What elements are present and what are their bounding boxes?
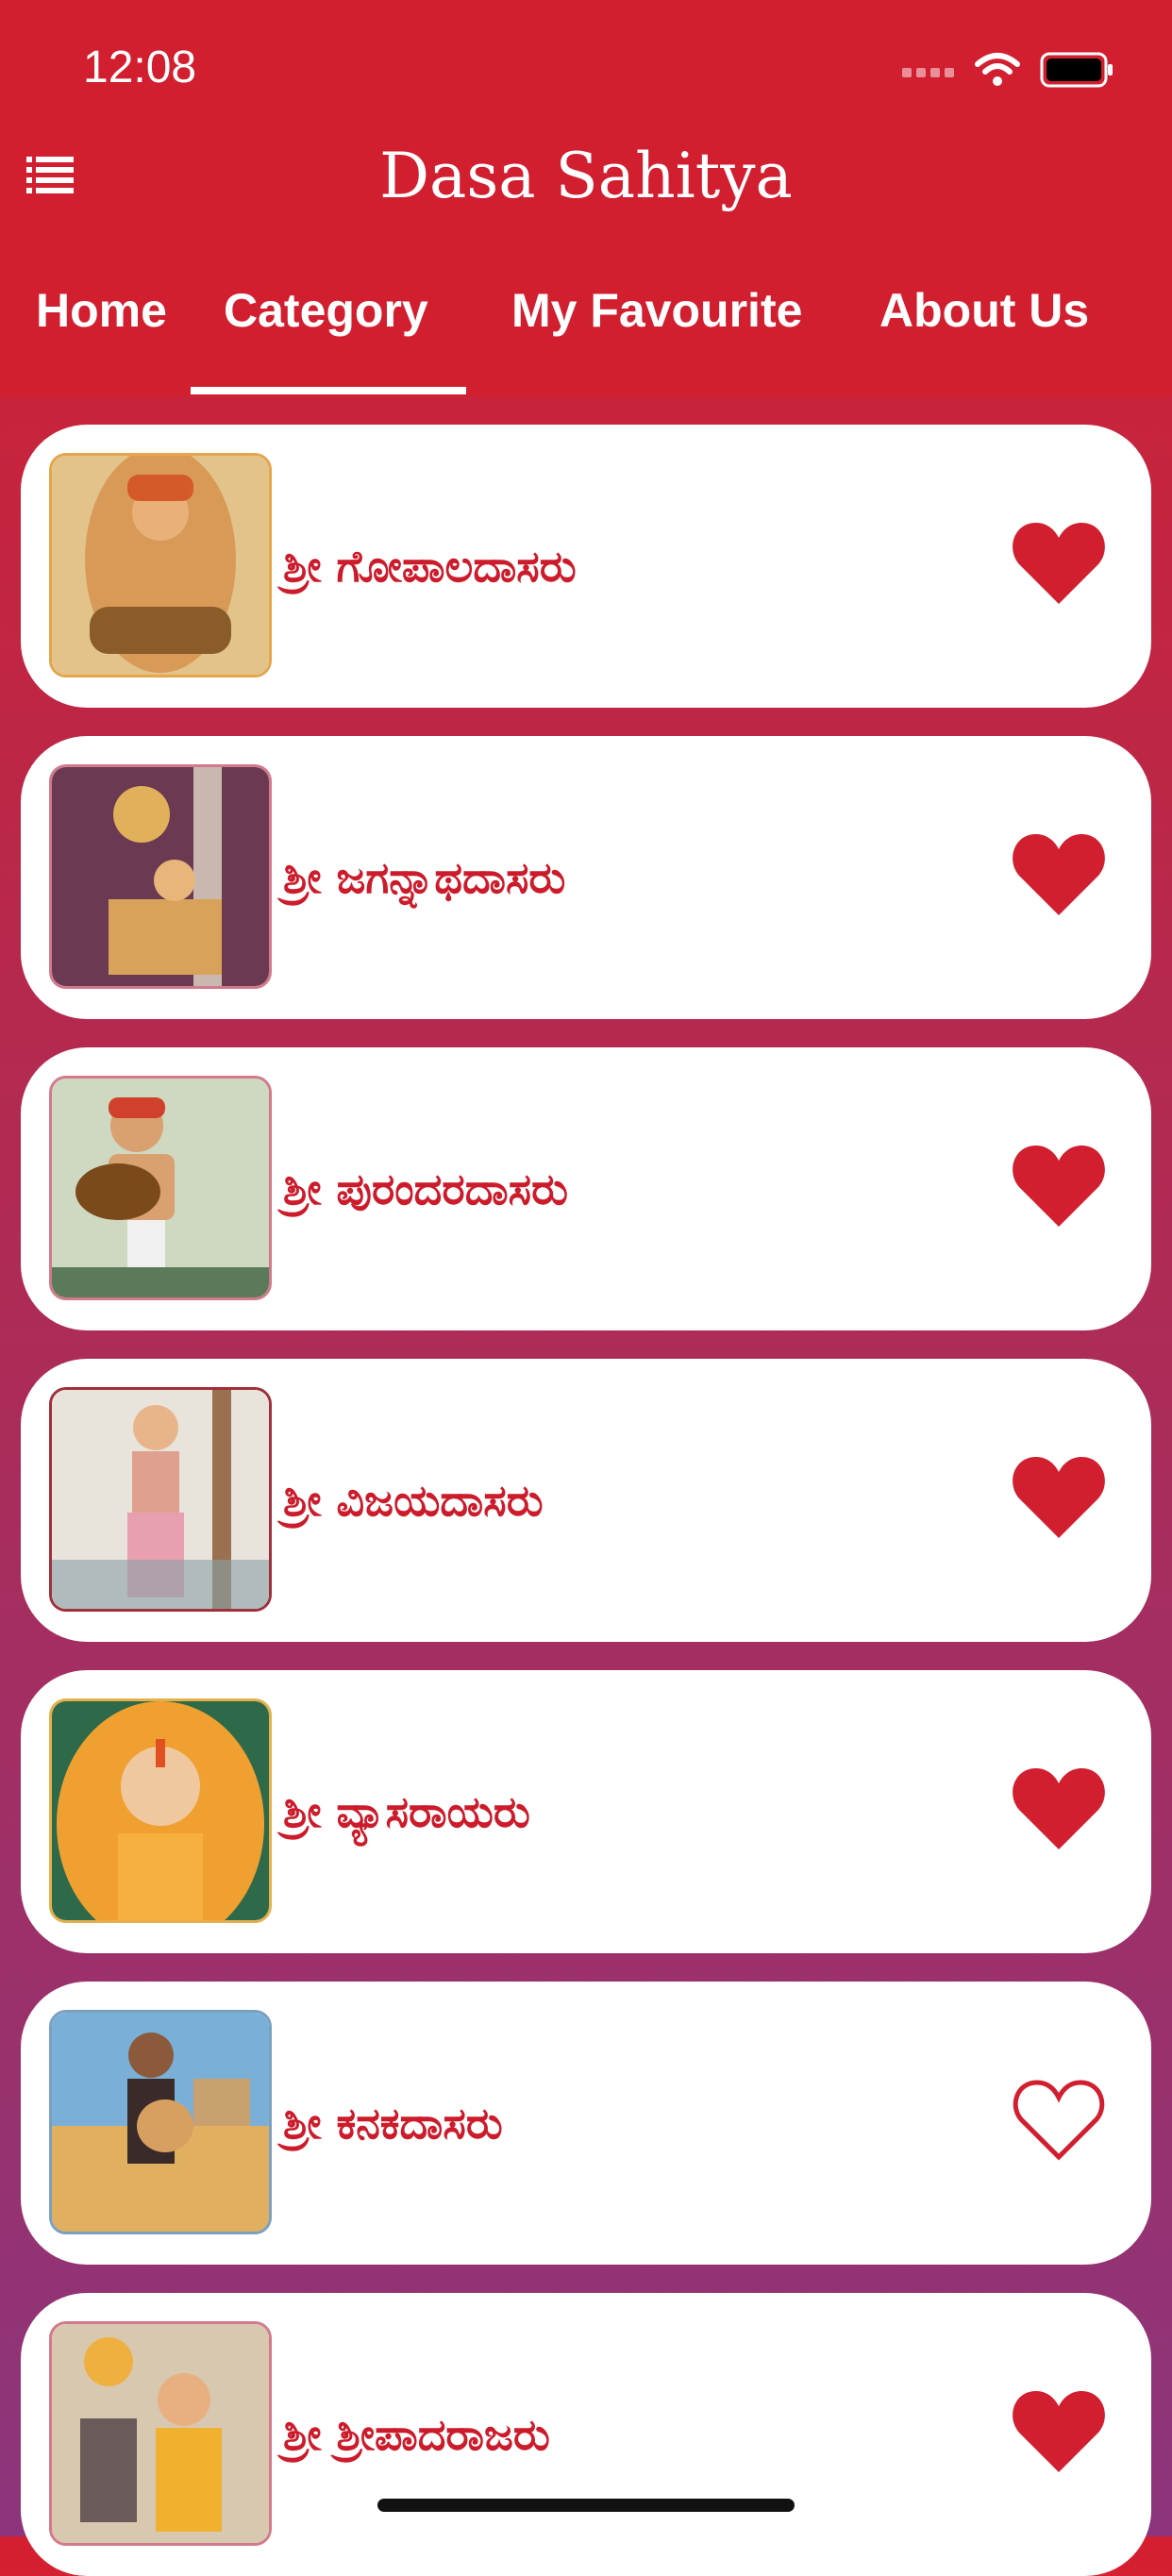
battery-icon: [1040, 52, 1113, 88]
tab-home[interactable]: Home: [36, 283, 167, 338]
favourite-heart-icon[interactable]: [1012, 1453, 1106, 1540]
favourite-heart-icon[interactable]: [1012, 519, 1106, 606]
saint-portrait-image: [49, 764, 272, 989]
item-name: ಶ್ರೀ ವ್ಯಾಸರಾಯರು: [283, 1786, 530, 1837]
app-header: 12:08 Dasa Sahitya Home Category My Favo…: [0, 0, 1172, 396]
wifi-icon: [975, 53, 1020, 86]
list-item[interactable]: ಶ್ರೀ ಶ್ರೀಪಾದರಾಜರು: [21, 2293, 1151, 2576]
home-indicator[interactable]: [377, 2499, 795, 2512]
saint-portrait-image: [49, 1076, 272, 1300]
favourite-heart-icon[interactable]: [1012, 1765, 1106, 1851]
list-item[interactable]: ಶ್ರೀ ಕನಕದಾಸರು: [21, 1982, 1151, 2265]
saint-portrait-image: [49, 1698, 272, 1923]
tab-selected-indicator: [191, 387, 466, 394]
favourite-heart-icon[interactable]: [1012, 830, 1106, 917]
item-name: ಶ್ರೀ ಗೋಪಾಲದಾಸರು: [283, 541, 577, 592]
app-title: Dasa Sahitya: [379, 140, 793, 212]
tab-about-us[interactable]: About Us: [879, 283, 1089, 338]
tab-my-favourite[interactable]: My Favourite: [511, 283, 802, 338]
item-name: ಶ್ರೀ ಜಗನ್ನಾಥದಾಸರು: [283, 852, 566, 903]
item-name: ಶ್ರೀ ವಿಜಯದಾಸರು: [283, 1475, 544, 1526]
status-time: 12:08: [83, 42, 197, 92]
saint-portrait-image: [49, 2010, 272, 2234]
list-item[interactable]: ಶ್ರೀ ಗೋಪಾಲದಾಸರು: [21, 425, 1151, 708]
favourite-heart-outline-icon[interactable]: [1012, 2076, 1106, 2163]
item-name: ಶ್ರೀ ಶ್ರೀಪಾದರಾಜರು: [283, 2409, 550, 2460]
list-item[interactable]: ಶ್ರೀ ವ್ಯಾಸರಾಯರು: [21, 1670, 1151, 1953]
saint-portrait-image: [49, 1387, 272, 1612]
tab-category[interactable]: Category: [224, 283, 428, 338]
status-icons: [902, 51, 1115, 89]
item-name: ಶ್ರೀ ಪುರಂದರದಾಸರು: [283, 1163, 569, 1214]
favourite-heart-icon[interactable]: [1012, 2387, 1106, 2474]
item-name: ಶ್ರೀ ಕನಕದಾಸರು: [283, 2098, 503, 2149]
signal-icon: [902, 68, 954, 77]
saint-portrait-image: [49, 453, 272, 677]
saint-portrait-image: [49, 2321, 272, 2546]
favourite-heart-icon[interactable]: [1012, 1142, 1106, 1229]
list-item[interactable]: ಶ್ರೀ ಜಗನ್ನಾಥದಾಸರು: [21, 736, 1151, 1019]
tab-bar: Home Category My Favourite About Us: [0, 283, 1172, 396]
list-item[interactable]: ಶ್ರೀ ವಿಜಯದಾಸರು: [21, 1359, 1151, 1642]
list-item[interactable]: ಶ್ರೀ ಪುರಂದರದಾಸರು: [21, 1047, 1151, 1330]
